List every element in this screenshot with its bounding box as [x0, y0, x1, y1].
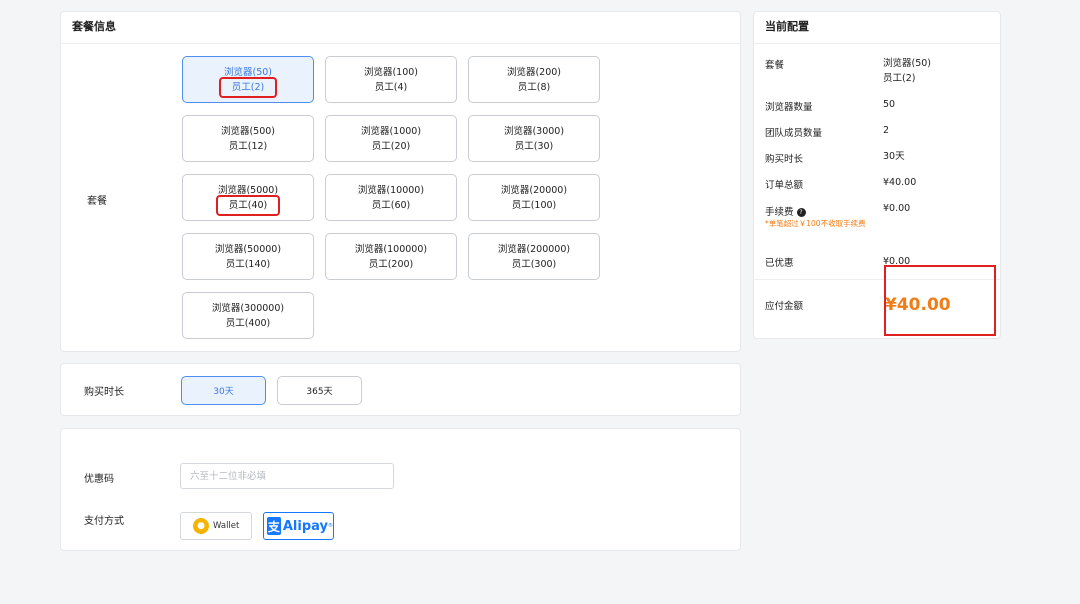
- plan-option-5000[interactable]: 浏览器(5000) 员工(40): [182, 174, 314, 221]
- plan-info-card: 套餐信息 套餐 浏览器(50) 员工(2) 浏览器(100) 员工(4) 浏览器…: [60, 11, 741, 352]
- config-browsers-value: 50: [883, 99, 896, 110]
- plan-option-100000[interactable]: 浏览器(100000) 员工(200): [325, 233, 457, 280]
- config-plan-value: 浏览器(50) 员工(2): [883, 56, 931, 86]
- info-icon[interactable]: ?: [796, 208, 806, 217]
- plan-browsers: 浏览器(10000): [357, 184, 425, 196]
- alipay-label: Alipay: [282, 518, 328, 534]
- plan-browsers: 浏览器(200): [506, 66, 562, 78]
- config-plan-label: 套餐: [765, 60, 785, 71]
- plan-members: 员工(2): [218, 76, 278, 98]
- config-duration-value: 30天: [883, 151, 905, 162]
- payable-highlight-box: [884, 265, 996, 336]
- config-order-total-label: 订单总额: [765, 180, 804, 191]
- plan-browsers: 浏览器(5000): [217, 184, 279, 196]
- plan-browsers: 浏览器(1000): [360, 125, 422, 137]
- plan-browsers: 浏览器(50000): [214, 243, 282, 255]
- config-members-label: 团队成员数量: [765, 128, 823, 139]
- current-config-card: 当前配置 套餐 浏览器(50) 员工(2) 浏览器数量 50 团队成员数量 2 …: [753, 11, 1001, 339]
- duration-label: 购买时长: [84, 387, 124, 398]
- alipay-option[interactable]: 支 Alipay ®: [263, 512, 334, 540]
- plan-browsers: 浏览器(20000): [500, 184, 568, 196]
- plan-option-200[interactable]: 浏览器(200) 员工(8): [468, 56, 600, 103]
- config-members-value: 2: [883, 125, 890, 136]
- trademark-icon: ®: [328, 523, 333, 529]
- duration-card: 购买时长 30天 365天: [60, 363, 741, 416]
- plan-browsers: 浏览器(100): [363, 66, 419, 78]
- plan-browsers: 浏览器(500): [220, 125, 276, 137]
- config-payable-label: 应付金额: [765, 301, 804, 312]
- wallet-option[interactable]: ● Wallet: [180, 512, 252, 540]
- config-plan-browsers: 浏览器(50): [883, 58, 932, 69]
- plan-members: 员工(60): [371, 199, 411, 211]
- config-duration-label: 购买时长: [765, 154, 804, 165]
- plan-members: 员工(40): [215, 194, 281, 216]
- coupon-label: 优惠码: [84, 474, 114, 485]
- plan-option-20000[interactable]: 浏览器(20000) 员工(100): [468, 174, 600, 221]
- coupon-input[interactable]: [180, 463, 394, 489]
- plan-members: 员工(20): [371, 140, 411, 152]
- plan-members: 员工(12): [228, 140, 268, 152]
- plan-browsers: 浏览器(3000): [503, 125, 565, 137]
- plan-option-50[interactable]: 浏览器(50) 员工(2): [182, 56, 314, 103]
- plan-members: 员工(300): [511, 258, 557, 270]
- coin-icon: ●: [193, 518, 209, 534]
- plan-members: 员工(140): [225, 258, 271, 270]
- plan-option-300000[interactable]: 浏览器(300000) 员工(400): [182, 292, 314, 339]
- duration-option-365[interactable]: 365天: [277, 376, 362, 405]
- plan-option-200000[interactable]: 浏览器(200000) 员工(300): [468, 233, 600, 280]
- fee-note: *单笔超过￥100不收取手续费: [765, 219, 866, 228]
- config-order-total-value: ¥40.00: [883, 177, 917, 188]
- config-browsers-label: 浏览器数量: [765, 102, 813, 113]
- plan-browsers: 浏览器(100000): [354, 243, 428, 255]
- wallet-label: Wallet: [213, 521, 240, 531]
- plan-option-100[interactable]: 浏览器(100) 员工(4): [325, 56, 457, 103]
- config-plan-members: 员工(2): [883, 73, 916, 84]
- payment-card: 优惠码 支付方式 ● Wallet 支 Alipay®: [60, 428, 741, 551]
- plan-members: 员工(100): [511, 199, 557, 211]
- plan-option-50000[interactable]: 浏览器(50000) 员工(140): [182, 233, 314, 280]
- plan-browsers: 浏览器(300000): [211, 302, 285, 314]
- plan-members: 员工(8): [517, 81, 551, 93]
- alipay-icon: 支: [267, 517, 281, 535]
- plan-members: 员工(400): [225, 317, 271, 329]
- plan-members: 员工(4): [374, 81, 408, 93]
- config-title: 当前配置: [754, 12, 1000, 44]
- plan-option-500[interactable]: 浏览器(500) 员工(12): [182, 115, 314, 162]
- plan-option-1000[interactable]: 浏览器(1000) 员工(20): [325, 115, 457, 162]
- plan-label: 套餐: [87, 196, 107, 207]
- payment-method-label: 支付方式: [84, 516, 124, 527]
- plan-browsers: 浏览器(50): [223, 66, 272, 78]
- plan-members: 员工(30): [514, 140, 554, 152]
- config-discount-label: 已优惠: [765, 258, 794, 269]
- plan-members: 员工(200): [368, 258, 414, 270]
- plan-info-title: 套餐信息: [61, 12, 740, 44]
- plan-option-10000[interactable]: 浏览器(10000) 员工(60): [325, 174, 457, 221]
- config-fee-row: 手续费?: [765, 204, 806, 218]
- plan-browsers: 浏览器(200000): [497, 243, 571, 255]
- config-fee-value: ¥0.00: [883, 203, 911, 214]
- plan-option-3000[interactable]: 浏览器(3000) 员工(30): [468, 115, 600, 162]
- config-fee-label: 手续费: [765, 207, 794, 218]
- duration-option-30[interactable]: 30天: [181, 376, 266, 405]
